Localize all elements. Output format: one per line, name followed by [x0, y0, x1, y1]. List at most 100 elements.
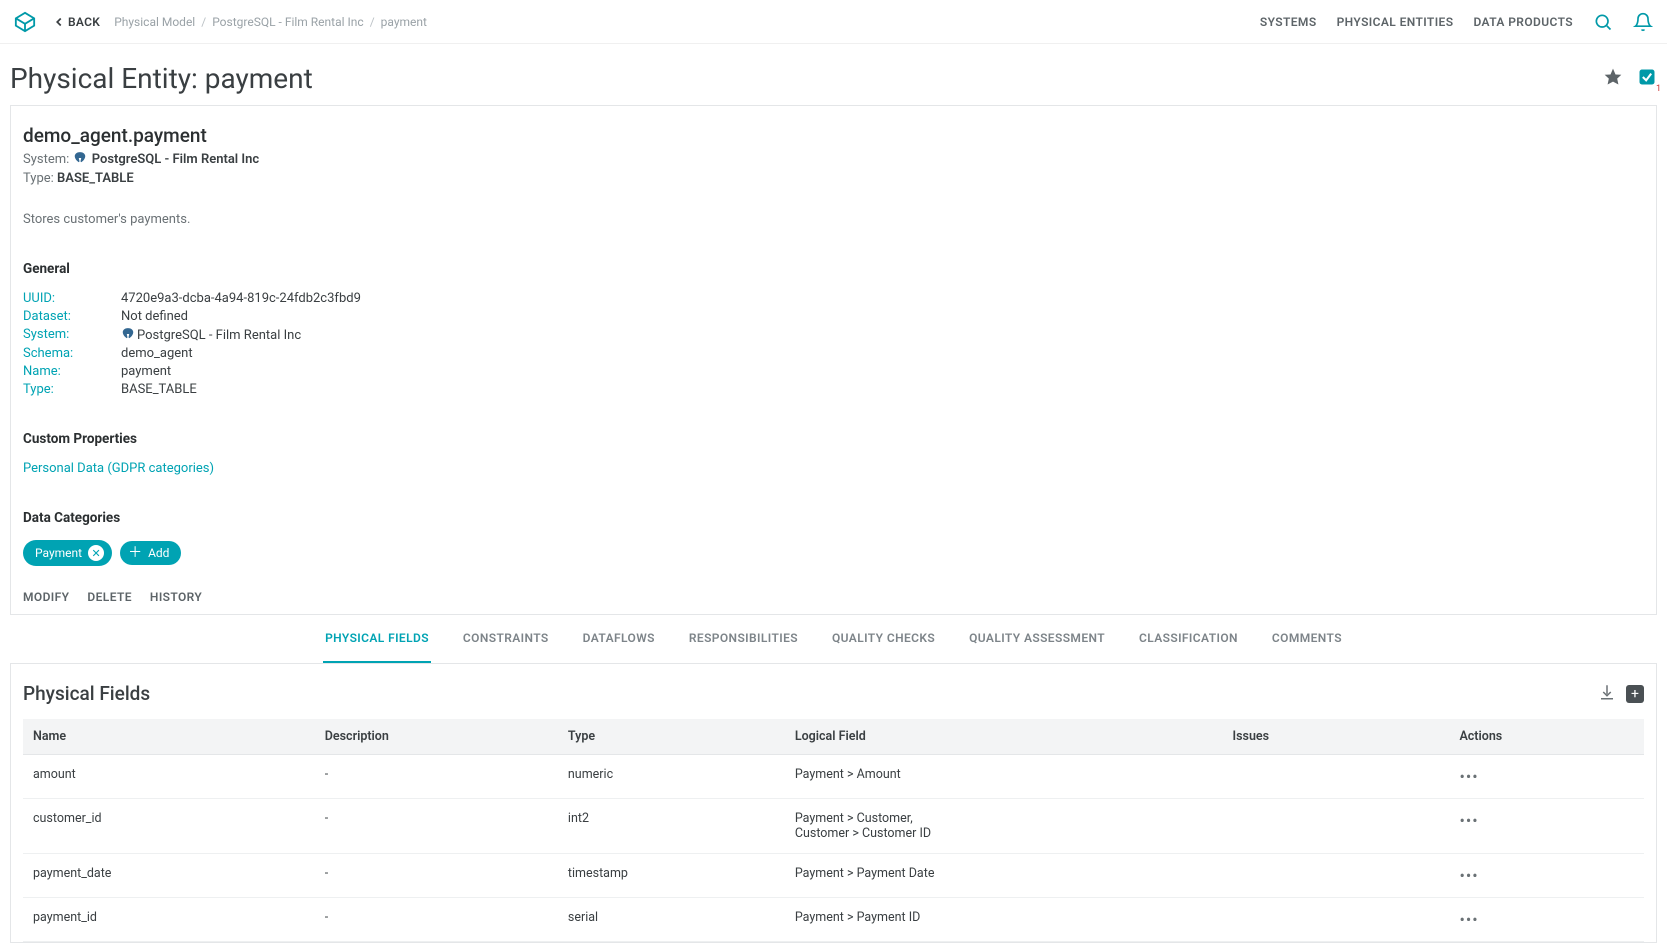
cell-actions: ••• [1449, 799, 1644, 854]
cell-logical: Payment > Amount [785, 755, 1223, 799]
bell-icon[interactable] [1633, 12, 1653, 32]
custom-property-link[interactable]: Personal Data (GDPR categories) [23, 461, 214, 476]
page-title-row: Physical Entity: payment 1 [0, 44, 1667, 105]
tab-dataflows[interactable]: DATAFLOWS [581, 615, 657, 663]
kv-value: BASE_TABLE [121, 382, 197, 397]
kv-value: demo_agent [121, 346, 193, 361]
task-check-icon[interactable]: 1 [1637, 67, 1657, 91]
col-name: Name [23, 719, 315, 755]
kv-key: Dataset: [23, 309, 121, 324]
kv-value: 4720e9a3-dcba-4a94-819c-24fdb2c3fbd9 [121, 291, 361, 306]
cell-description: - [315, 799, 558, 854]
entity-full-name: demo_agent.payment [23, 124, 1644, 147]
row-actions-menu[interactable]: ••• [1459, 910, 1478, 929]
add-field-button[interactable]: + [1626, 685, 1644, 703]
entity-system-line: System: PostgreSQL - Film Rental Inc [23, 151, 1644, 167]
chip-remove-icon[interactable]: ✕ [88, 545, 104, 561]
kv-key: Type: [23, 382, 121, 397]
row-actions-menu[interactable]: ••• [1459, 866, 1478, 885]
modify-button[interactable]: MODIFY [23, 590, 69, 604]
cell-issues [1223, 898, 1450, 942]
table-row: payment_id-serialPayment > Payment ID ••• [23, 898, 1644, 942]
chevron-left-icon [52, 15, 66, 29]
nav-systems[interactable]: SYSTEMS [1260, 15, 1317, 29]
chip-label: Payment [35, 546, 82, 560]
task-count: 1 [1656, 84, 1661, 94]
topbar: BACK Physical Model/ PostgreSQL - Film R… [0, 0, 1667, 44]
cell-type: timestamp [558, 854, 785, 898]
star-icon[interactable] [1603, 67, 1623, 91]
cell-actions: ••• [1449, 854, 1644, 898]
kv-value: PostgreSQL - Film Rental Inc [121, 327, 301, 343]
chip-add-label: Add [148, 546, 169, 560]
entity-type-line: Type: BASE_TABLE [23, 171, 1644, 186]
history-button[interactable]: HISTORY [150, 590, 202, 604]
card-actions: MODIFY DELETE HISTORY [23, 590, 1644, 604]
entity-card: demo_agent.payment System: PostgreSQL - … [10, 105, 1657, 615]
cell-name: payment_date [23, 854, 315, 898]
cell-actions: ••• [1449, 755, 1644, 799]
data-category-chip: Payment ✕ [23, 540, 112, 566]
section-data-categories: Data Categories [23, 510, 1644, 526]
physical-fields-heading: Physical Fields [23, 682, 150, 705]
plus-icon: ＋ [128, 546, 142, 560]
breadcrumb-item[interactable]: PostgreSQL - Film Rental Inc [212, 15, 364, 29]
tab-physical-fields[interactable]: PHYSICAL FIELDS [323, 615, 431, 663]
row-actions-menu[interactable]: ••• [1459, 767, 1478, 786]
download-icon[interactable] [1598, 683, 1616, 705]
tab-comments[interactable]: COMMENTS [1270, 615, 1344, 663]
cell-logical: Payment > Customer,Customer > Customer I… [785, 799, 1223, 854]
cell-type: numeric [558, 755, 785, 799]
cell-actions: ••• [1449, 898, 1644, 942]
back-button[interactable]: BACK [52, 15, 100, 29]
postgres-icon [73, 151, 87, 165]
entity-tabs: PHYSICAL FIELDS CONSTRAINTS DATAFLOWS RE… [10, 615, 1657, 664]
table-row: customer_id-int2Payment > Customer,Custo… [23, 799, 1644, 854]
back-label: BACK [68, 15, 100, 29]
cell-issues [1223, 854, 1450, 898]
postgres-icon [121, 327, 135, 341]
cell-issues [1223, 755, 1450, 799]
cell-type: serial [558, 898, 785, 942]
top-nav: SYSTEMS PHYSICAL ENTITIES DATA PRODUCTS [1260, 12, 1653, 32]
kv-value: Not defined [121, 309, 188, 324]
tab-classification[interactable]: CLASSIFICATION [1137, 615, 1240, 663]
physical-fields-panel: Physical Fields + Name Description Type … [10, 664, 1657, 943]
col-issues: Issues [1223, 719, 1450, 755]
tab-quality-assessment[interactable]: QUALITY ASSESSMENT [967, 615, 1107, 663]
cell-name: customer_id [23, 799, 315, 854]
entity-description: Stores customer's payments. [23, 212, 1644, 227]
cell-issues [1223, 799, 1450, 854]
nav-data-products[interactable]: DATA PRODUCTS [1473, 15, 1573, 29]
kv-key: System: [23, 327, 121, 343]
delete-button[interactable]: DELETE [87, 590, 132, 604]
cell-logical: Payment > Payment ID [785, 898, 1223, 942]
kv-key: UUID: [23, 291, 121, 306]
cell-logical: Payment > Payment Date [785, 854, 1223, 898]
cell-description: - [315, 755, 558, 799]
table-row: amount-numericPayment > Amount••• [23, 755, 1644, 799]
cell-description: - [315, 898, 558, 942]
tab-quality-checks[interactable]: QUALITY CHECKS [830, 615, 937, 663]
col-logical-field: Logical Field [785, 719, 1223, 755]
col-description: Description [315, 719, 558, 755]
tab-constraints[interactable]: CONSTRAINTS [461, 615, 551, 663]
table-row: payment_date-timestampPayment > Payment … [23, 854, 1644, 898]
add-data-category-button[interactable]: ＋ Add [120, 541, 181, 565]
kv-key: Schema: [23, 346, 121, 361]
page-title: Physical Entity: payment [10, 62, 313, 95]
app-logo-icon [14, 11, 36, 33]
breadcrumb-item[interactable]: payment [381, 15, 427, 29]
row-actions-menu[interactable]: ••• [1459, 811, 1478, 830]
search-icon[interactable] [1593, 12, 1613, 32]
tab-responsibilities[interactable]: RESPONSIBILITIES [687, 615, 800, 663]
kv-value: payment [121, 364, 171, 379]
breadcrumb-item[interactable]: Physical Model [114, 15, 195, 29]
cell-description: - [315, 854, 558, 898]
col-type: Type [558, 719, 785, 755]
nav-physical-entities[interactable]: PHYSICAL ENTITIES [1337, 15, 1454, 29]
col-actions: Actions [1449, 719, 1644, 755]
breadcrumb: Physical Model/ PostgreSQL - Film Rental… [114, 15, 427, 29]
cell-name: payment_id [23, 898, 315, 942]
section-general: General [23, 261, 1644, 277]
